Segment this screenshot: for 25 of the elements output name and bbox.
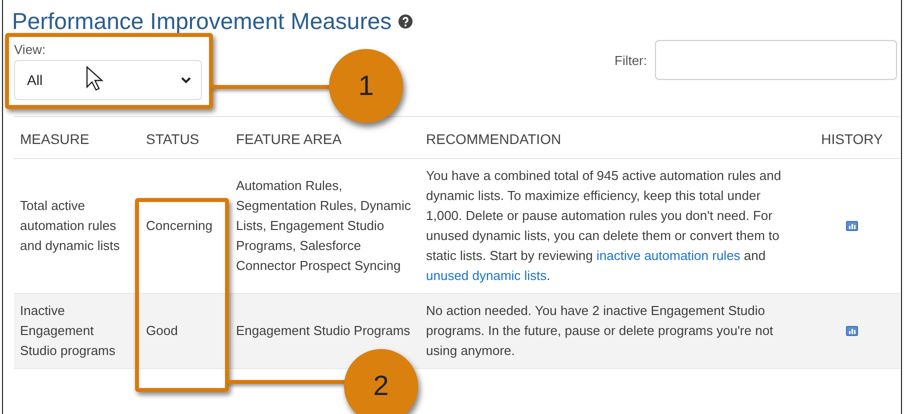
filter-label: Filter:: [614, 52, 647, 68]
status-cell-text: Concerning: [146, 217, 212, 235]
chevron-down-icon: [181, 76, 191, 84]
table-cell-text: Automation Rules, Segmentation Rules, Dynamic Lists, Engagement Studio Programs, Salesforce Connector Prospect Syncing: [236, 177, 412, 275]
view-label: View:: [14, 42, 47, 57]
help-icon[interactable]: [398, 14, 413, 28]
table-cell-text: Engagement Studio Programs: [236, 322, 410, 340]
page-title: Performance Improvement Measures: [12, 8, 392, 34]
column-header: MEASURE: [14, 116, 140, 159]
column-header: RECOMMENDATION: [420, 116, 804, 159]
column-header: STATUS: [140, 116, 230, 159]
table-cell-text: Total active automation rules and dynamic lists: [20, 197, 121, 255]
chart-icon[interactable]: [846, 221, 858, 231]
status-cell-text: Good: [146, 322, 178, 340]
recommendation-text: No action needed. You have 2 inactive Engagement Studio programs. In the future, pause or delete programs you're not using anymore.: [426, 302, 774, 360]
link[interactable]: inactive automation rules: [596, 248, 740, 263]
recommendation-text: You have a combined total of 945 active automation rules and dynamic lists. To maximize efficiency, keep this total under 1,000. Delete or pause automation rules you don't need. For unused dynamic lists, you can delete them or convert them to static lists. Start by reviewing inactive automation rules and unused dynamic lists.: [426, 167, 782, 285]
column-header: HISTORY: [804, 116, 900, 159]
link[interactable]: unused dynamic lists: [426, 268, 547, 283]
filter-field[interactable]: [655, 40, 897, 80]
callout-number: 1: [329, 49, 403, 123]
view-dropdown[interactable]: All: [14, 60, 202, 100]
table-cell-text: Inactive Engagement Studio programs: [20, 302, 116, 360]
mouse-cursor-icon: [86, 66, 104, 92]
chart-icon[interactable]: [846, 326, 858, 336]
